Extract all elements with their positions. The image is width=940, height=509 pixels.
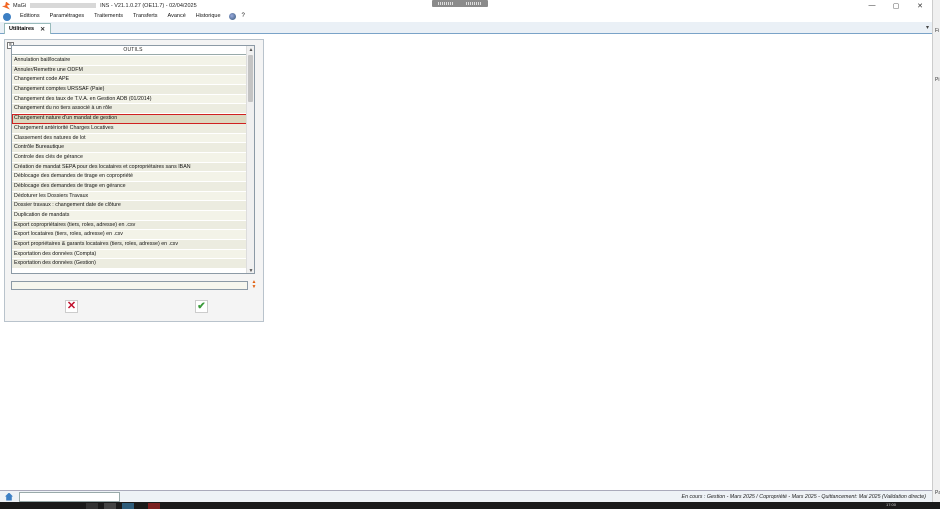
taskbar-item-4[interactable]	[148, 503, 160, 509]
right-strip-label-3: Pa	[935, 490, 940, 496]
menu-bar: Editions Paramétrages Traitements Transf…	[0, 11, 932, 22]
menu-historique[interactable]: Historique	[191, 11, 226, 22]
list-item[interactable]: Exportation des données (Compta)	[12, 249, 248, 260]
tab-utilitaires[interactable]: Utilitaires ✕	[4, 23, 51, 34]
check-icon: ✔	[197, 300, 206, 312]
filter-input[interactable]	[11, 281, 248, 290]
status-home-icon[interactable]	[5, 492, 13, 501]
list-item[interactable]: Annuler/Remettre une ODFM	[12, 65, 248, 76]
scroll-down-icon[interactable]: ▼	[247, 267, 254, 273]
tools-panel: ≡ OUTILS ⇵ Annulation bail/locataireAnnu…	[4, 39, 264, 322]
app-logo-icon	[2, 1, 10, 10]
status-bar: En cours : Gestion - Mars 2025 / Copropr…	[0, 490, 932, 502]
menu-traitements[interactable]: Traitements	[89, 11, 128, 22]
validate-button[interactable]: ✔	[195, 300, 208, 313]
main-content: ≡ OUTILS ⇵ Annulation bail/locataireAnnu…	[0, 35, 932, 490]
os-taskbar: 17:00	[0, 502, 940, 509]
maximize-button[interactable]: ▢	[884, 0, 908, 11]
taskbar-item-1[interactable]	[86, 503, 98, 509]
cancel-icon: ✕	[66, 300, 77, 312]
tools-table: OUTILS ⇵ Annulation bail/locataireAnnule…	[11, 45, 255, 274]
list-item[interactable]: Changement du no tiers associé à un rôle	[12, 104, 248, 115]
arrow-down-icon[interactable]: ▼	[251, 285, 257, 290]
menu-parametrages[interactable]: Paramétrages	[45, 11, 90, 22]
tab-dropdown-icon[interactable]: ▾	[926, 24, 929, 31]
list-item[interactable]: Dédoturer les Dossiers Travaux	[12, 191, 248, 202]
menu-avance[interactable]: Avancé	[163, 11, 191, 22]
list-item[interactable]: Controle des clés de gérance	[12, 152, 248, 163]
tab-strip: Utilitaires ✕ ▾	[0, 22, 932, 34]
tab-label: Utilitaires	[9, 26, 35, 32]
taskbar-clock: 17:00	[885, 502, 896, 507]
cancel-button[interactable]: ✕	[65, 300, 78, 313]
vertical-scrollbar[interactable]: ▲ ▼	[246, 46, 254, 273]
list-item[interactable]: Changement code APE	[12, 75, 248, 86]
list-item[interactable]: Export propriétaires & garants locataire…	[12, 240, 248, 250]
right-side-strip: Fi Pi Pa	[932, 0, 940, 509]
right-strip-label-2: Pi	[935, 77, 940, 83]
tools-list: Annulation bail/locataire Annuler/Remettr…	[12, 56, 248, 270]
list-item[interactable]: Exportation des données (Gestion)	[12, 259, 248, 270]
list-item[interactable]: Changement nature d'un mandat de gestion	[12, 114, 248, 124]
list-item[interactable]: Déblocage des demandes de tirage en géra…	[12, 181, 248, 192]
status-input[interactable]	[19, 491, 120, 502]
list-item[interactable]: Dossier travaux : changement date de clô…	[12, 201, 248, 211]
menu-transferts[interactable]: Transferts	[128, 11, 163, 22]
list-item[interactable]: Changement des taux de T.V.A. en Gestion…	[12, 94, 248, 105]
help-menu[interactable]: ?	[240, 11, 247, 22]
window-controls: — ▢ ✕	[860, 0, 932, 11]
scroll-thumb[interactable]	[248, 55, 253, 102]
taskbar-item-3[interactable]	[122, 503, 134, 509]
globe-icon[interactable]	[228, 13, 236, 20]
tab-close-icon[interactable]: ✕	[40, 26, 45, 33]
list-item[interactable]: Annulation bail/locataire	[12, 56, 248, 66]
column-header[interactable]: OUTILS ⇵	[12, 46, 254, 55]
window-grip-bar[interactable]	[432, 0, 488, 7]
list-item[interactable]: Classement des natures de lot	[12, 133, 248, 144]
order-arrows[interactable]: ▲ ▼	[251, 280, 257, 292]
taskbar-item-2[interactable]	[104, 503, 116, 509]
right-strip-label-1: Fi	[935, 28, 940, 34]
redacted-title-segment	[30, 3, 97, 8]
list-item[interactable]: Duplication de mandats	[12, 211, 248, 221]
list-item[interactable]: Changement comptes URSSAF (Paie)	[12, 85, 248, 95]
list-item[interactable]: Chargement antériorité Charges Locatives	[12, 123, 248, 134]
list-item[interactable]: Contrôle Bureautique	[12, 143, 248, 153]
column-header-label: OUTILS	[123, 47, 143, 53]
window-title: INS - V21.1.0.27 (OE11.7) - 02/04/2025	[100, 2, 197, 9]
list-item[interactable]: Création de mandat SEPA pour des locatai…	[12, 162, 248, 173]
list-item[interactable]: Export copropriétaires (tiers, roles, ad…	[12, 220, 248, 231]
list-item[interactable]: Export locataires (tiers, roles, adresse…	[12, 230, 248, 241]
close-button[interactable]: ✕	[908, 0, 932, 11]
status-text: En cours : Gestion - Mars 2025 / Copropr…	[681, 493, 926, 500]
list-item[interactable]: Déblocage des demandes de tirage en copr…	[12, 172, 248, 182]
minimize-button[interactable]: —	[860, 0, 884, 11]
home-icon[interactable]	[3, 12, 11, 21]
menu-editions[interactable]: Editions	[15, 11, 45, 22]
app-name: MaGi	[13, 2, 27, 9]
scroll-up-icon[interactable]: ▲	[247, 46, 254, 54]
